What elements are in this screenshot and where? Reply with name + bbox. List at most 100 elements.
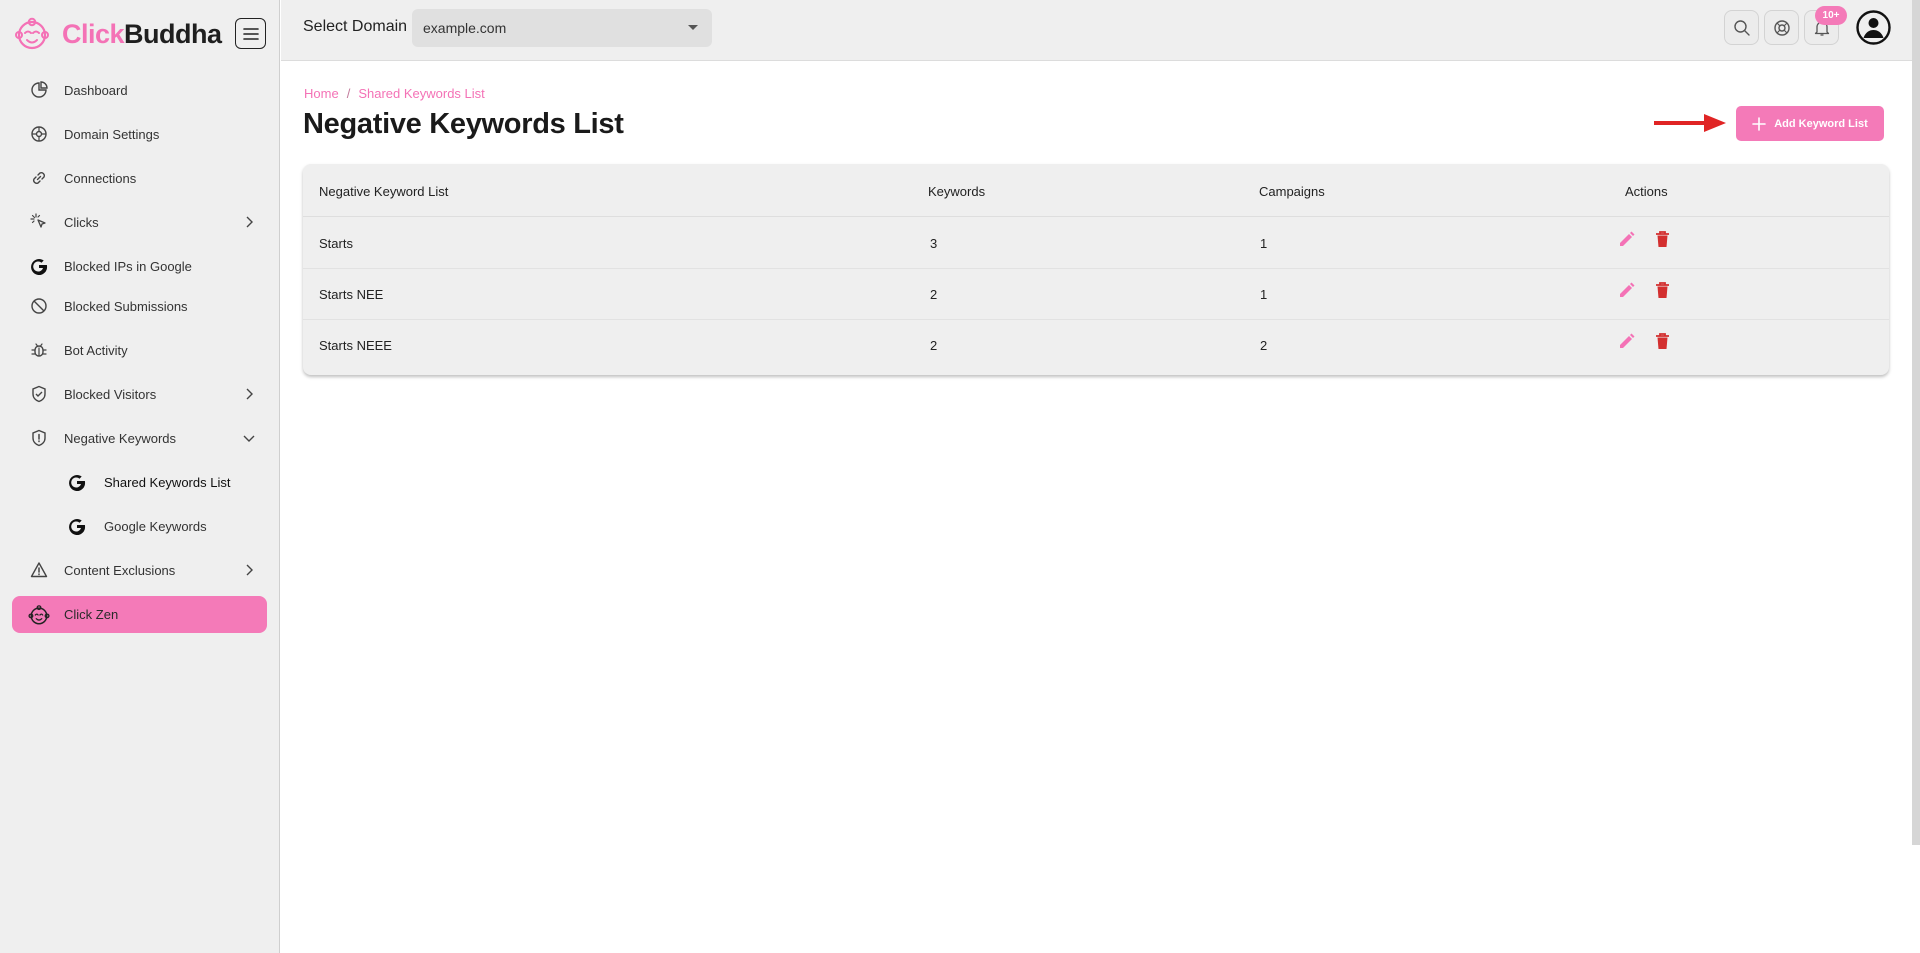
sidebar-item-label: Content Exclusions xyxy=(64,562,176,578)
caret-down-icon xyxy=(688,25,698,30)
search-button[interactable] xyxy=(1724,10,1759,45)
ban-icon xyxy=(28,295,50,317)
dashboard-icon xyxy=(28,79,50,101)
page-title: Negative Keywords List xyxy=(303,108,624,140)
sidebar-item-dashboard[interactable]: Dashboard xyxy=(12,72,267,108)
sidebar-item-connections[interactable]: Connections xyxy=(12,160,267,196)
domain-label: Select Domain xyxy=(303,18,408,35)
domain-select-value: example.com xyxy=(423,20,507,36)
pencil-icon xyxy=(1619,282,1634,297)
page-scrollbar[interactable] xyxy=(1912,0,1920,845)
buddha-icon xyxy=(28,604,50,626)
sidebar-item-blocked-submissions[interactable]: Blocked Submissions xyxy=(12,288,267,324)
sidebar: ClickBuddha Dashboard Domain Settings Co… xyxy=(0,0,280,953)
sidebar-item-label: Blocked Submissions xyxy=(64,298,188,314)
topbar: Select Domain example.com 10+ xyxy=(281,0,1920,61)
row-name: Starts NEE xyxy=(319,287,384,302)
add-keyword-list-label: Add Keyword List xyxy=(1774,117,1868,130)
sidebar-item-bot-activity[interactable]: Bot Activity xyxy=(12,332,267,368)
sidebar-item-label: Blocked IPs in Google xyxy=(64,258,192,274)
hamburger-icon xyxy=(242,27,259,40)
user-avatar-icon[interactable] xyxy=(1855,9,1892,46)
sidebar-item-label: Bot Activity xyxy=(64,342,128,358)
sidebar-item-google-keywords[interactable]: Google Keywords xyxy=(12,508,267,544)
menu-toggle-button[interactable] xyxy=(235,18,266,49)
row-keywords: 2 xyxy=(930,338,938,353)
row-name: Starts xyxy=(319,236,353,251)
brand-logo[interactable]: ClickBuddha xyxy=(14,14,222,54)
row-keywords: 2 xyxy=(930,287,938,302)
sidebar-item-label: Domain Settings xyxy=(64,126,160,142)
google-icon xyxy=(28,255,50,277)
chevron-right-icon xyxy=(246,564,253,576)
sidebar-item-label: Click Zen xyxy=(64,607,119,622)
keyword-lists-table: Negative Keyword List Keywords Campaigns… xyxy=(303,164,1889,375)
breadcrumb-current[interactable]: Shared Keywords List xyxy=(358,86,484,101)
shield-check-icon xyxy=(28,383,50,405)
sidebar-item-label: Connections xyxy=(64,170,137,186)
sidebar-item-clicks[interactable]: Clicks xyxy=(12,204,267,240)
sidebar-item-label: Google Keywords xyxy=(104,518,207,534)
row-campaigns: 1 xyxy=(1260,287,1268,302)
column-header-keywords: Keywords xyxy=(928,184,986,199)
link-icon xyxy=(28,167,50,189)
edit-button[interactable] xyxy=(1613,328,1639,354)
trash-icon xyxy=(1655,332,1669,349)
notifications-badge: 10+ xyxy=(1815,6,1847,25)
edit-button[interactable] xyxy=(1613,226,1639,252)
trash-icon xyxy=(1655,230,1669,247)
delete-button[interactable] xyxy=(1649,226,1675,252)
pencil-icon xyxy=(1619,333,1634,348)
delete-button[interactable] xyxy=(1649,328,1675,354)
sidebar-item-blocked-visitors[interactable]: Blocked Visitors xyxy=(12,376,267,412)
sidebar-item-label: Clicks xyxy=(64,214,99,230)
column-header-campaigns: Campaigns xyxy=(1259,184,1325,199)
plus-icon xyxy=(1752,116,1767,131)
table-row: Starts NEEE 2 2 xyxy=(303,320,1889,371)
sidebar-item-label: Negative Keywords xyxy=(64,430,176,446)
sidebar-item-label: Blocked Visitors xyxy=(64,386,157,402)
support-button[interactable] xyxy=(1764,10,1799,45)
column-header-actions: Actions xyxy=(1625,184,1668,199)
chevron-down-icon xyxy=(243,435,255,442)
breadcrumb-home[interactable]: Home xyxy=(304,86,339,101)
warning-icon xyxy=(28,559,50,581)
arrow-right-icon xyxy=(1654,114,1726,132)
lifebuoy-icon xyxy=(1773,19,1790,36)
chevron-right-icon xyxy=(246,388,253,400)
table-row: Starts 3 1 xyxy=(303,218,1889,269)
delete-button[interactable] xyxy=(1649,277,1675,303)
row-name: Starts NEEE xyxy=(319,338,392,353)
pencil-icon xyxy=(1619,231,1634,246)
sidebar-item-click-zen[interactable]: Click Zen xyxy=(12,596,267,633)
add-keyword-list-button[interactable]: Add Keyword List xyxy=(1736,106,1884,141)
table-row: Starts NEE 2 1 xyxy=(303,269,1889,320)
click-icon xyxy=(28,211,50,233)
edit-button[interactable] xyxy=(1613,277,1639,303)
search-icon xyxy=(1733,19,1750,36)
sidebar-item-shared-keywords-list[interactable]: Shared Keywords List xyxy=(12,464,267,500)
column-header-name: Negative Keyword List xyxy=(319,184,449,199)
shield-alert-icon xyxy=(28,427,50,449)
sidebar-item-label: Dashboard xyxy=(64,82,128,98)
row-keywords: 3 xyxy=(930,236,938,251)
sidebar-item-blocked-ips[interactable]: Blocked IPs in Google xyxy=(12,248,267,284)
row-campaigns: 2 xyxy=(1260,338,1268,353)
row-campaigns: 1 xyxy=(1260,236,1268,251)
gear-icon xyxy=(28,123,50,145)
domain-select[interactable]: example.com xyxy=(412,9,712,47)
bug-icon xyxy=(28,339,50,361)
chevron-right-icon xyxy=(246,216,253,228)
trash-icon xyxy=(1655,281,1669,298)
sidebar-item-content-exclusions[interactable]: Content Exclusions xyxy=(12,552,267,588)
buddha-logo-icon xyxy=(15,17,49,50)
sidebar-item-domain-settings[interactable]: Domain Settings xyxy=(12,116,267,152)
breadcrumb-separator: / xyxy=(346,86,351,101)
sidebar-item-negative-keywords[interactable]: Negative Keywords xyxy=(12,420,267,456)
brand-name: ClickBuddha xyxy=(62,18,222,49)
breadcrumb: Home / Shared Keywords List xyxy=(304,86,485,101)
google-icon xyxy=(66,471,88,493)
sidebar-item-label: Shared Keywords List xyxy=(104,474,231,490)
table-header: Negative Keyword List Keywords Campaigns… xyxy=(303,164,1889,217)
google-icon xyxy=(66,515,88,537)
